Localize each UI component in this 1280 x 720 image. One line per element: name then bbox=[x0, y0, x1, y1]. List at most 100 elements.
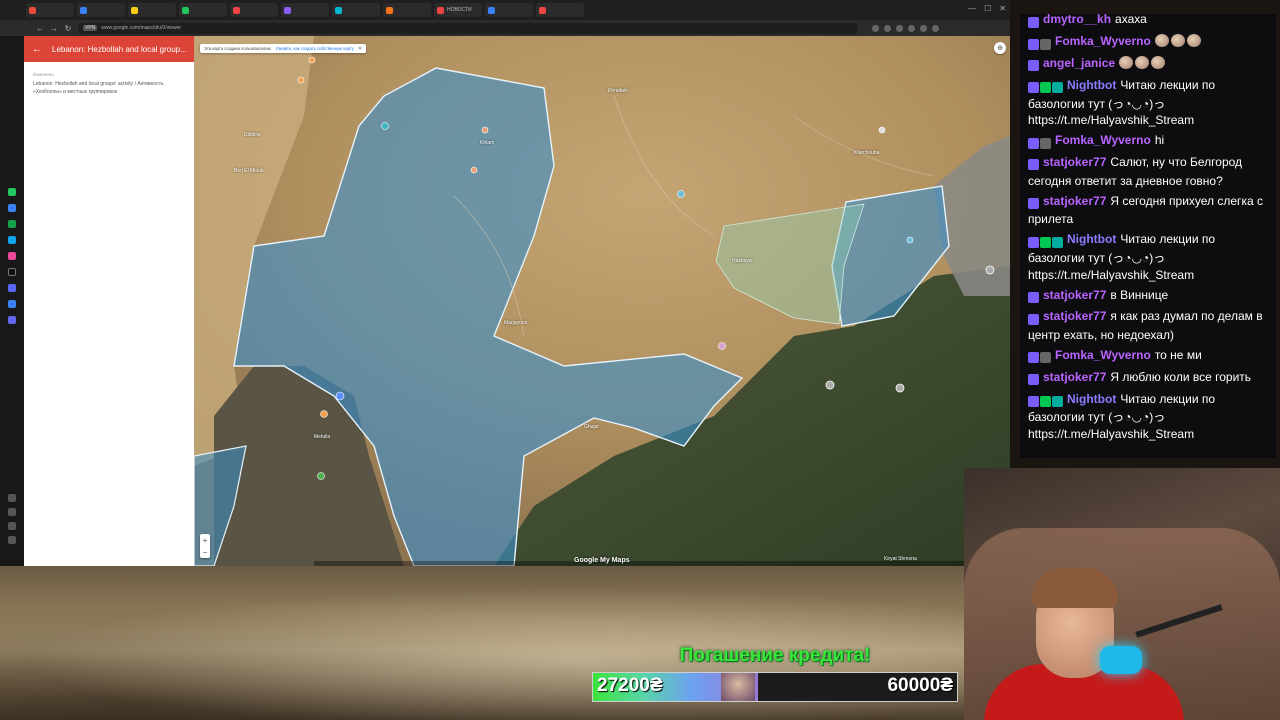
browser-tab[interactable] bbox=[26, 3, 74, 17]
chat-username[interactable]: statjoker77 bbox=[1043, 194, 1106, 208]
map-marker[interactable] bbox=[985, 265, 995, 275]
app-icon[interactable] bbox=[8, 300, 16, 308]
tab-favicon-icon bbox=[386, 6, 393, 14]
streamer-hair bbox=[1032, 568, 1118, 608]
map-marker[interactable] bbox=[895, 383, 905, 393]
chat-text: Я люблю коли все горить bbox=[1110, 369, 1252, 384]
minimize-icon[interactable]: — bbox=[968, 4, 976, 13]
mymaps-side-panel: ← Lebanon: Hezbollah and local group... … bbox=[24, 36, 194, 566]
browser-tab[interactable]: НОВОСТИ bbox=[434, 3, 482, 17]
url-text[interactable]: www.google.com/maps/d/u/0/viewer bbox=[101, 25, 181, 31]
map-marker[interactable] bbox=[878, 126, 886, 134]
app-icon[interactable] bbox=[8, 508, 16, 516]
chat-username[interactable]: Nightbot bbox=[1067, 232, 1116, 246]
chat-username[interactable]: Nightbot bbox=[1067, 392, 1116, 406]
crosshair-icon: ⊕ bbox=[997, 45, 1003, 52]
browser-tab[interactable] bbox=[485, 3, 533, 17]
app-icon[interactable] bbox=[8, 252, 16, 260]
app-icon[interactable] bbox=[8, 268, 16, 276]
map-marker[interactable] bbox=[320, 410, 328, 418]
browser-tab[interactable] bbox=[179, 3, 227, 17]
map-marker[interactable] bbox=[677, 190, 685, 198]
app-icon[interactable] bbox=[8, 284, 16, 292]
google-my-maps-logo: Google My Maps bbox=[574, 557, 630, 564]
badge-icon bbox=[1040, 38, 1051, 50]
browser-tab[interactable] bbox=[128, 3, 176, 17]
map-marker[interactable] bbox=[317, 472, 325, 480]
app-icon[interactable] bbox=[8, 188, 16, 196]
browser-tab[interactable] bbox=[281, 3, 329, 17]
maximize-icon[interactable]: ☐ bbox=[984, 4, 991, 13]
map-marker[interactable] bbox=[470, 166, 478, 174]
zoom-out-button[interactable]: − bbox=[203, 548, 208, 557]
extension-icon[interactable] bbox=[932, 24, 939, 32]
extension-icons bbox=[872, 24, 939, 32]
back-arrow-icon[interactable]: ← bbox=[32, 44, 42, 55]
extension-icon[interactable] bbox=[908, 24, 915, 32]
browser-tab[interactable] bbox=[536, 3, 584, 17]
chat-message: Nightbot Читаю лекции по базологии тут (っ… bbox=[1028, 231, 1266, 283]
reload-icon[interactable]: ↻ bbox=[64, 24, 72, 33]
badge-icon bbox=[1028, 395, 1039, 407]
badge-icon bbox=[1028, 291, 1039, 303]
map-canvas[interactable]: Khraibeh Marjayoun Hasbaya Metulla Kirya… bbox=[194, 36, 1010, 566]
map-marker[interactable] bbox=[481, 126, 489, 134]
extension-icon[interactable] bbox=[896, 24, 903, 32]
chat-message: statjoker77 в Виннице bbox=[1028, 287, 1266, 306]
donation-goal-image bbox=[721, 673, 755, 701]
app-icon[interactable] bbox=[8, 220, 16, 228]
extension-icon[interactable] bbox=[920, 24, 927, 32]
chat-username[interactable]: statjoker77 bbox=[1043, 288, 1106, 302]
chat-message-list: Fomka_Wyverno ахахаdmytro__kh ахаха Fomka_W… bbox=[1028, 14, 1266, 446]
chat-username[interactable]: statjoker77 bbox=[1043, 370, 1106, 384]
app-icon[interactable] bbox=[8, 494, 16, 502]
chat-text: то не ми bbox=[1154, 348, 1202, 363]
forward-icon[interactable]: → bbox=[50, 24, 58, 33]
chat-message: Nightbot Читаю лекции по базологии тут (っ… bbox=[1028, 77, 1266, 129]
browser-tab[interactable] bbox=[383, 3, 431, 17]
close-icon[interactable]: ✕ bbox=[358, 46, 362, 52]
chat-username[interactable]: dmytro__kh bbox=[1043, 14, 1111, 26]
app-icon[interactable] bbox=[8, 536, 16, 544]
chat-username[interactable]: statjoker77 bbox=[1043, 155, 1106, 169]
donation-goal-bar: 27200₴ 60000₴ bbox=[592, 672, 958, 702]
map-marker[interactable] bbox=[308, 56, 316, 64]
chat-username[interactable]: Nightbot bbox=[1067, 78, 1116, 92]
map-marker[interactable] bbox=[297, 76, 305, 84]
chat-username[interactable]: statjoker77 bbox=[1043, 309, 1106, 323]
my-location-button[interactable]: ⊕ bbox=[994, 42, 1006, 54]
app-icon[interactable] bbox=[8, 316, 16, 324]
close-icon[interactable]: ✕ bbox=[999, 4, 1006, 13]
back-icon[interactable]: ← bbox=[36, 24, 44, 33]
map-marker[interactable] bbox=[718, 342, 726, 350]
map-marker[interactable] bbox=[335, 391, 345, 401]
map-marker[interactable] bbox=[381, 122, 389, 130]
place-label: Hasbaya bbox=[732, 258, 752, 264]
vpn-badge[interactable]: VPN bbox=[83, 25, 98, 31]
user-badges bbox=[1028, 79, 1064, 96]
chat-username[interactable]: angel_janice bbox=[1043, 56, 1115, 70]
zoom-in-button[interactable]: + bbox=[203, 536, 208, 545]
url-field[interactable]: VPN www.google.com/maps/d/u/0/viewer bbox=[78, 22, 858, 34]
browser-tab[interactable] bbox=[230, 3, 278, 17]
map-marker[interactable] bbox=[825, 380, 835, 390]
tab-favicon-icon bbox=[182, 6, 189, 14]
chat-message: Nightbot Читаю лекции по базологии тут (っ… bbox=[1028, 391, 1266, 443]
app-icon[interactable] bbox=[8, 204, 16, 212]
extension-icon[interactable] bbox=[872, 24, 879, 32]
tab-favicon-icon bbox=[233, 6, 240, 14]
browser-tab[interactable] bbox=[332, 3, 380, 17]
extension-icon[interactable] bbox=[884, 24, 891, 32]
browser-tab[interactable] bbox=[77, 3, 125, 17]
app-icon[interactable] bbox=[8, 236, 16, 244]
app-icon[interactable] bbox=[8, 522, 16, 530]
notice-link[interactable]: Узнайте, как создать собственную карту bbox=[276, 46, 354, 51]
user-badges bbox=[1028, 371, 1040, 388]
chat-text: в Виннице bbox=[1110, 287, 1169, 302]
chat-username[interactable]: Fomka_Wyverno bbox=[1055, 348, 1151, 362]
chat-message: Fomka_Wyverno bbox=[1028, 33, 1266, 52]
tab-favicon-icon bbox=[80, 6, 87, 14]
chat-username[interactable]: Fomka_Wyverno bbox=[1055, 133, 1151, 147]
chat-username[interactable]: Fomka_Wyverno bbox=[1055, 34, 1151, 48]
map-marker[interactable] bbox=[906, 236, 914, 244]
